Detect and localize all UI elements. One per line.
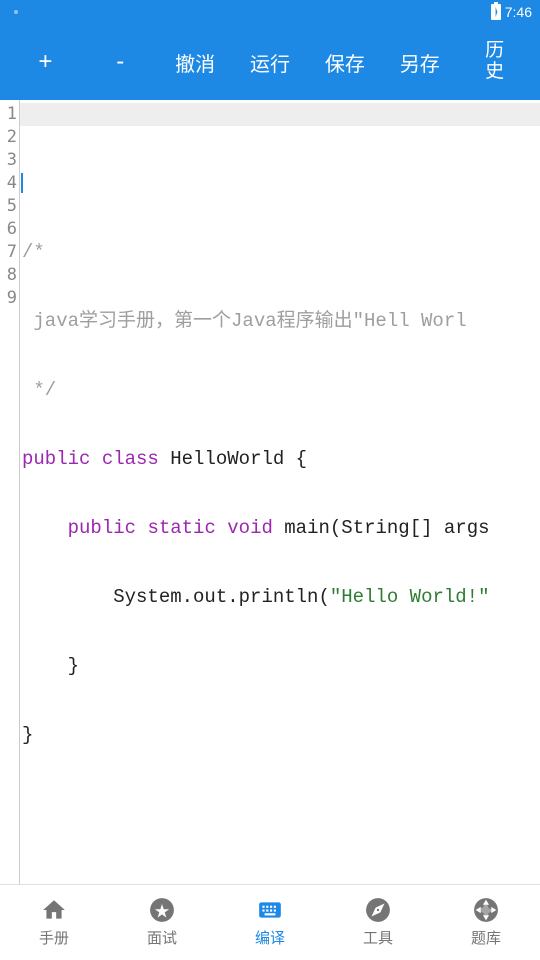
line-number: 3 xyxy=(0,149,19,172)
nav-tools[interactable]: 工具 xyxy=(324,897,432,948)
line-gutter: 1 2 3 4 5 6 7 8 9 xyxy=(0,100,20,884)
line-number: 7 xyxy=(0,241,19,264)
code-line: public class HelloWorld { xyxy=(20,448,540,471)
current-line-highlight xyxy=(20,103,540,126)
nav-questions[interactable]: 题库 xyxy=(432,897,540,948)
home-icon xyxy=(41,897,67,923)
code-line: } xyxy=(20,724,540,747)
nav-interview[interactable]: 面试 xyxy=(108,897,216,948)
save-as-button[interactable]: 另存 xyxy=(382,40,457,85)
history-button[interactable]: 历史 xyxy=(457,33,532,91)
status-time: 7:46 xyxy=(505,4,532,20)
nav-label: 工具 xyxy=(363,927,393,948)
code-line: /* xyxy=(20,241,540,264)
code-text-area[interactable]: /* java学习手册，第一个Java程序输出"Hell Worl */ pub… xyxy=(20,100,540,884)
zoom-in-button[interactable]: + xyxy=(8,40,83,84)
code-line: } xyxy=(20,655,540,678)
code-line xyxy=(20,172,540,195)
nav-compile[interactable]: 编译 xyxy=(216,897,324,948)
nav-label: 题库 xyxy=(471,927,501,948)
bottom-navigation: 手册 面试 编译 工具 题库 xyxy=(0,884,540,960)
line-number: 5 xyxy=(0,195,19,218)
code-line: System.out.println("Hello World!" xyxy=(20,586,540,609)
editor-toolbar: + - 撤消 运行 保存 另存 历史 xyxy=(0,24,540,100)
nav-label: 编译 xyxy=(255,927,285,948)
nav-label: 面试 xyxy=(147,927,177,948)
code-line: public static void main(String[] args xyxy=(20,517,540,540)
code-line: java学习手册，第一个Java程序输出"Hell Worl xyxy=(20,310,540,333)
star-icon xyxy=(149,897,175,923)
line-number: 6 xyxy=(0,218,19,241)
zoom-out-button[interactable]: - xyxy=(83,40,158,84)
line-number: 4 xyxy=(0,172,19,195)
keyboard-icon xyxy=(257,897,283,923)
nav-manual[interactable]: 手册 xyxy=(0,897,108,948)
line-number: 9 xyxy=(0,287,19,310)
line-number: 1 xyxy=(0,103,19,126)
signal-dot xyxy=(14,10,18,14)
aperture-icon xyxy=(473,897,499,923)
status-bar: 7:46 xyxy=(0,0,540,24)
line-number: 2 xyxy=(0,126,19,149)
compass-icon xyxy=(365,897,391,923)
battery-icon xyxy=(491,4,501,20)
undo-button[interactable]: 撤消 xyxy=(158,40,233,85)
nav-label: 手册 xyxy=(39,927,69,948)
run-button[interactable]: 运行 xyxy=(233,40,308,85)
code-line: */ xyxy=(20,379,540,402)
text-cursor xyxy=(21,173,23,193)
line-number: 8 xyxy=(0,264,19,287)
code-editor[interactable]: 1 2 3 4 5 6 7 8 9 /* java学习手册，第一个Java程序输… xyxy=(0,100,540,884)
save-button[interactable]: 保存 xyxy=(307,40,382,85)
